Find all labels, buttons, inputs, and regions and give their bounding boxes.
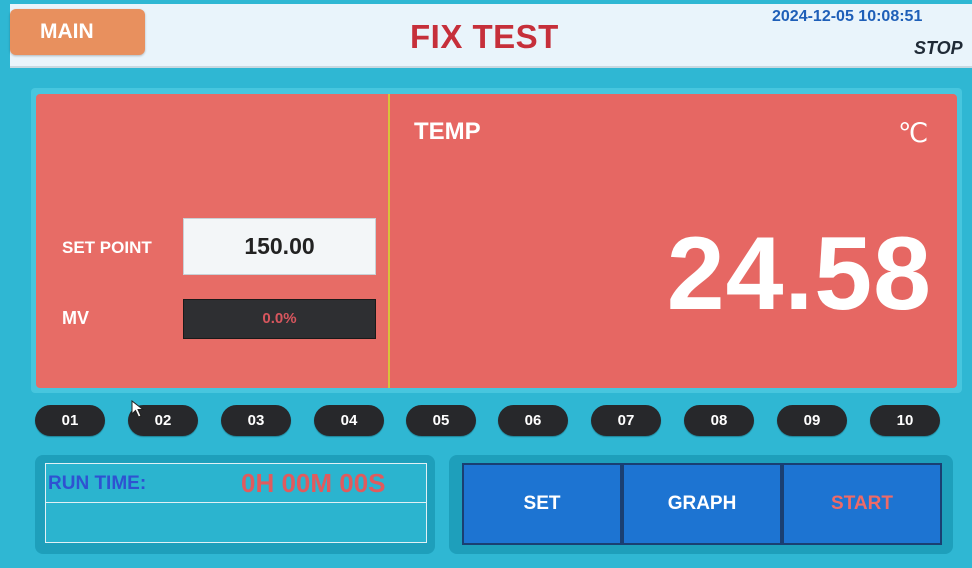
temp-reading: 24.58 bbox=[666, 216, 932, 332]
channel-selector: 01 02 03 04 05 06 07 08 09 10 bbox=[35, 405, 940, 437]
channel-button-01[interactable]: 01 bbox=[35, 405, 105, 436]
channel-button-08[interactable]: 08 bbox=[684, 405, 754, 436]
setpoint-input[interactable]: 150.00 bbox=[183, 218, 376, 275]
channel-button-04[interactable]: 04 bbox=[314, 405, 384, 436]
setpoint-label: SET POINT bbox=[62, 238, 152, 257]
mouse-pointer-icon bbox=[131, 400, 145, 418]
channel-button-07[interactable]: 07 bbox=[591, 405, 661, 436]
temp-label: TEMP bbox=[414, 118, 481, 145]
runtime-label: RUN TIME: bbox=[48, 473, 147, 494]
mv-value: 0.0% bbox=[183, 299, 376, 339]
runtime-value: 0H 00M 00S bbox=[241, 468, 386, 498]
graph-button[interactable]: GRAPH bbox=[622, 463, 782, 545]
channel-button-09[interactable]: 09 bbox=[777, 405, 847, 436]
runtime-info-box bbox=[45, 503, 427, 543]
datetime-display: 2024-12-05 10:08:51 bbox=[772, 8, 923, 25]
mv-label: MV bbox=[62, 308, 89, 328]
temp-unit: ℃ bbox=[898, 118, 929, 148]
channel-button-10[interactable]: 10 bbox=[870, 405, 940, 436]
channel-button-06[interactable]: 06 bbox=[498, 405, 568, 436]
set-button[interactable]: SET bbox=[462, 463, 622, 545]
main-button[interactable]: MAIN bbox=[10, 9, 145, 55]
start-button[interactable]: START bbox=[782, 463, 942, 545]
page-title: FIX TEST bbox=[410, 18, 559, 55]
run-status: STOP bbox=[914, 38, 963, 58]
channel-button-03[interactable]: 03 bbox=[221, 405, 291, 436]
channel-button-05[interactable]: 05 bbox=[406, 405, 476, 436]
